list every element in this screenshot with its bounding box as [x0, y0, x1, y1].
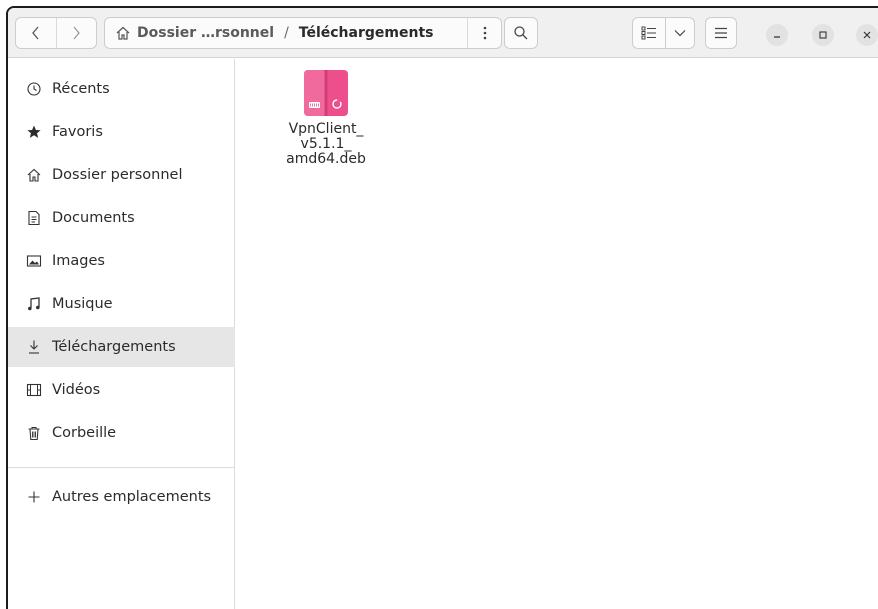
sidebar-item-label: Téléchargements [52, 339, 176, 355]
sidebar-item-label: Corbeille [52, 425, 117, 441]
sidebar: Récents Favoris Dossier personnel Docume… [8, 59, 235, 609]
minimize-icon [774, 36, 780, 38]
sidebar-item-label: Images [52, 253, 105, 269]
deb-package-icon [304, 70, 348, 116]
home-icon [25, 166, 43, 184]
file-name: VpnClient_ v5.1.1_ amd64.deb [286, 121, 366, 167]
sidebar-item-label: Documents [52, 210, 135, 226]
search-button[interactable] [504, 17, 538, 49]
list-view-icon [641, 26, 656, 40]
file-item[interactable]: VpnClient_ v5.1.1_ amd64.deb [272, 69, 380, 167]
image-icon [25, 252, 43, 270]
sidebar-divider [8, 467, 235, 468]
film-icon [25, 381, 43, 399]
sidebar-item-favorites[interactable]: Favoris [8, 112, 235, 152]
sidebar-item-music[interactable]: Musique [8, 284, 235, 324]
plus-icon [25, 488, 43, 506]
trash-icon [25, 424, 43, 442]
breadcrumb-current[interactable]: Téléchargements [299, 25, 434, 41]
close-button[interactable] [856, 24, 878, 46]
path-menu-button[interactable] [467, 18, 501, 48]
sidebar-item-label: Favoris [52, 124, 103, 140]
header-bar: Dossier …rsonnel / Téléchargements [8, 8, 878, 58]
main-menu-button[interactable] [705, 17, 737, 49]
sidebar-item-videos[interactable]: Vidéos [8, 370, 235, 410]
sidebar-item-documents[interactable]: Documents [8, 198, 235, 238]
maximize-icon [819, 31, 827, 39]
sidebar-item-label: Autres emplacements [52, 489, 212, 505]
chevron-left-icon [31, 26, 39, 40]
view-list-button[interactable] [632, 17, 666, 49]
star-icon [25, 123, 43, 141]
path-bar: Dossier …rsonnel / Téléchargements [104, 17, 502, 49]
forward-button[interactable] [55, 18, 97, 48]
document-icon [25, 209, 43, 227]
minimize-button[interactable] [766, 24, 788, 46]
sidebar-item-label: Vidéos [52, 382, 101, 398]
search-icon [514, 26, 528, 40]
navigation-buttons [15, 17, 97, 49]
sidebar-item-trash[interactable]: Corbeille [8, 413, 235, 453]
sidebar-item-label: Dossier personnel [52, 167, 183, 183]
sidebar-item-recents[interactable]: Récents [8, 69, 235, 109]
breadcrumb-separator: / [284, 25, 289, 41]
home-icon [116, 26, 130, 40]
music-icon [25, 295, 43, 313]
sidebar-item-label: Récents [52, 81, 110, 97]
breadcrumb-home-label: Dossier …rsonnel [137, 25, 275, 41]
clock-icon [25, 80, 43, 98]
view-options-button[interactable] [665, 17, 695, 49]
sidebar-item-home[interactable]: Dossier personnel [8, 155, 235, 195]
maximize-button[interactable] [812, 24, 834, 46]
file-view[interactable]: VpnClient_ v5.1.1_ amd64.deb [236, 59, 878, 609]
chevron-right-icon [73, 26, 81, 40]
chevron-down-icon [674, 30, 686, 37]
sidebar-item-label: Musique [52, 296, 113, 312]
file-manager-window: Dossier …rsonnel / Téléchargements Récen… [6, 6, 878, 609]
breadcrumb-home[interactable]: Dossier …rsonnel [105, 25, 274, 41]
close-icon [863, 31, 871, 39]
back-button[interactable] [16, 18, 56, 48]
hamburger-menu-icon [715, 27, 727, 39]
sidebar-item-other-locations[interactable]: Autres emplacements [8, 477, 235, 517]
download-icon [25, 338, 43, 356]
sidebar-item-downloads[interactable]: Téléchargements [8, 327, 235, 367]
sidebar-item-images[interactable]: Images [8, 241, 235, 281]
vertical-ellipsis-icon [483, 26, 486, 40]
